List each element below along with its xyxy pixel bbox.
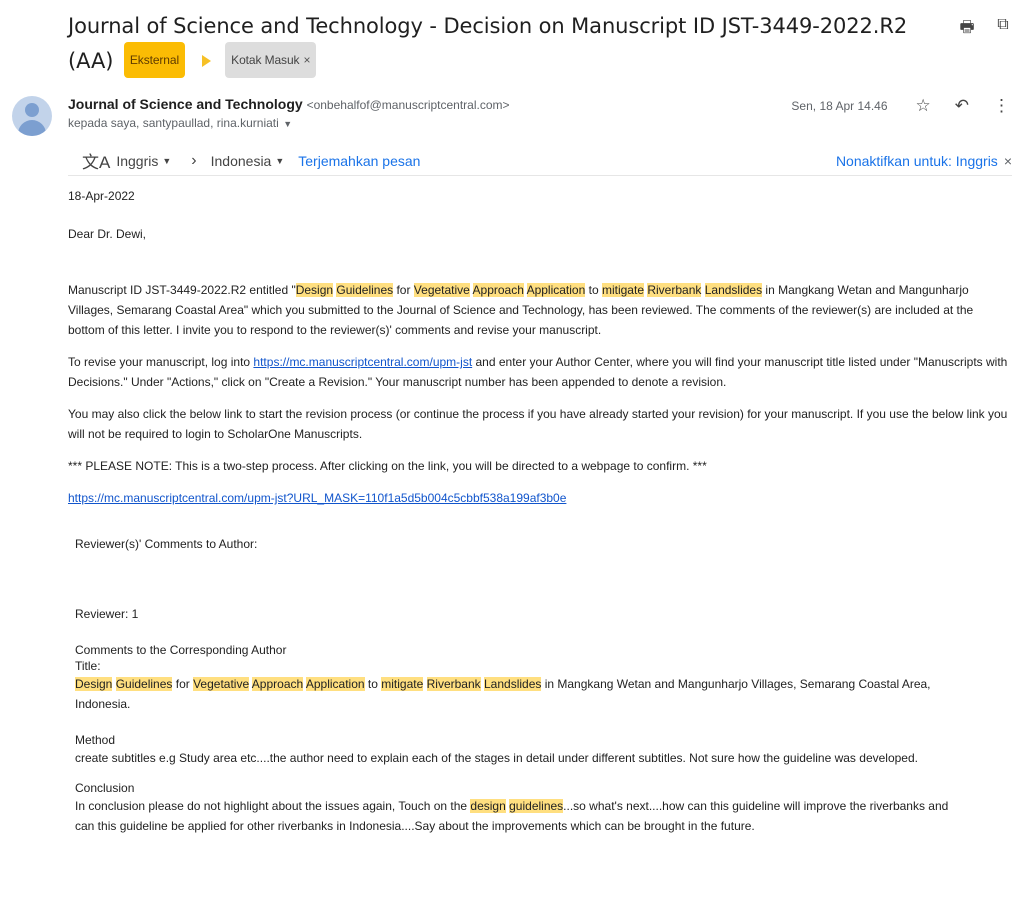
- body-date: 18-Apr-2022: [68, 189, 135, 203]
- highlight-word: mitigate: [381, 677, 424, 691]
- subject-line-1: Journal of Science and Technology - Deci…: [68, 14, 908, 38]
- highlight-word: Design: [295, 283, 334, 297]
- source-language[interactable]: Inggris: [116, 153, 158, 169]
- title-connector: to: [585, 283, 602, 297]
- open-in-new-window-icon[interactable]: ⧉: [994, 16, 1012, 43]
- highlight-word: Vegetative: [413, 283, 470, 297]
- highlight-word: Riverbank: [426, 677, 481, 691]
- body-paragraph-4: *** PLEASE NOTE: This is a two-step proc…: [68, 459, 707, 473]
- conclusion-start: In conclusion please do not highlight ab…: [75, 799, 471, 813]
- disable-translation-link[interactable]: Nonaktifkan untuk: Inggris: [836, 153, 998, 169]
- sender-name: Journal of Science and Technology: [68, 96, 303, 112]
- body-paragraph-1: Manuscript ID JST-3449-2022.R2 entitled …: [68, 280, 1012, 340]
- message-date: Sen, 18 Apr 14.46: [791, 99, 888, 113]
- translate-message-link[interactable]: Terjemahkan pesan: [298, 153, 420, 169]
- comments-heading: Comments to the Corresponding Author: [75, 643, 287, 657]
- reply-icon[interactable]: ↶: [955, 96, 969, 116]
- title-connector: for: [172, 677, 194, 691]
- top-actions: 🖶 ⧉: [958, 16, 1012, 43]
- highlight-word: design: [470, 799, 506, 813]
- inbox-label-text: Kotak Masuk: [231, 53, 300, 67]
- highlight-word: Vegetative: [193, 677, 250, 691]
- body-paragraph-3: You may also click the below link to sta…: [68, 407, 1008, 441]
- more-options-icon[interactable]: ⋮: [993, 96, 1010, 116]
- email-subject: Journal of Science and Technology - Deci…: [68, 10, 948, 78]
- print-icon[interactable]: 🖶: [958, 16, 976, 43]
- p2-start: To revise your manuscript, log into: [68, 355, 254, 369]
- conclusion-text: In conclusion please do not highlight ab…: [68, 796, 968, 836]
- p1-start: Manuscript ID JST-3449-2022.R2 entitled …: [68, 283, 296, 297]
- message-meta: Sen, 18 Apr 14.46 ☆ ↶ ⋮: [791, 96, 1012, 116]
- sender-info: Journal of Science and Technology <onbeh…: [68, 96, 510, 130]
- highlight-word: Landslides: [484, 677, 542, 691]
- star-icon[interactable]: ☆: [916, 96, 931, 116]
- subject-line-2: (AA): [68, 49, 114, 73]
- highlight-word: mitigate: [601, 283, 644, 297]
- title-connector: for: [393, 283, 414, 297]
- inbox-label: Kotak Masuk ×: [225, 42, 317, 78]
- revision-link[interactable]: https://mc.manuscriptcentral.com/upm-jst…: [68, 491, 566, 505]
- avatar-body: [18, 120, 46, 136]
- message-body: 18-Apr-2022 Dear Dr. Dewi, Manuscript ID…: [68, 186, 1012, 836]
- sender-email: <onbehalfof@manuscriptcentral.com>: [306, 98, 510, 112]
- author-center-link[interactable]: https://mc.manuscriptcentral.com/upm-jst: [253, 355, 472, 369]
- remove-label-button[interactable]: ×: [303, 53, 310, 67]
- body-greeting: Dear Dr. Dewi,: [68, 227, 147, 241]
- highlight-word: Design: [75, 677, 113, 691]
- translate-icon: 文A: [82, 153, 111, 172]
- reviewer-comments-heading: Reviewer(s)' Comments to Author:: [75, 537, 258, 551]
- subject-header: Journal of Science and Technology - Deci…: [68, 10, 948, 78]
- reviewer-label: Reviewer: 1: [75, 607, 139, 621]
- body-paragraph-2: To revise your manuscript, log into http…: [68, 352, 1012, 392]
- reviewer-title: Design Guidelines for Vegetative Approac…: [68, 674, 968, 714]
- conclusion-heading: Conclusion: [75, 781, 135, 795]
- highlight-word: Guidelines: [115, 677, 173, 691]
- highlight-word: Approach: [251, 677, 304, 691]
- sender-avatar: [12, 96, 52, 136]
- highlight-word: Approach: [472, 283, 524, 297]
- method-heading: Method: [75, 733, 116, 747]
- source-language-caret-icon[interactable]: ▼: [162, 156, 171, 166]
- target-language-caret-icon[interactable]: ▼: [275, 156, 284, 166]
- external-label: Eksternal: [123, 42, 186, 78]
- recipients-text: kepada saya, santypaullad, rina.kurniati: [68, 116, 279, 130]
- highlight-word: guidelines: [509, 799, 564, 813]
- highlight-word: Riverbank: [647, 283, 702, 297]
- disable-translation: Nonaktifkan untuk: Inggris ×: [836, 153, 1012, 169]
- highlight-word: Application: [305, 677, 365, 691]
- translate-bar: 文A Inggris ▼ › Indonesia ▼ Terjemahkan p…: [68, 146, 1012, 176]
- highlight-word: Guidelines: [336, 283, 394, 297]
- recipients-toggle[interactable]: kepada saya, santypaullad, rina.kurniati…: [68, 116, 510, 130]
- highlight-word: Landslides: [704, 283, 763, 297]
- title-connector: to: [364, 677, 382, 691]
- arrow-right-icon: ›: [191, 151, 197, 169]
- avatar-head: [25, 103, 39, 117]
- caret-down-icon[interactable]: ▼: [281, 119, 292, 129]
- method-text: create subtitles e.g Study area etc....t…: [75, 751, 918, 765]
- title-label: Title:: [75, 659, 101, 673]
- target-language[interactable]: Indonesia: [211, 153, 272, 169]
- highlight-word: Application: [526, 283, 586, 297]
- importance-marker-icon[interactable]: [201, 55, 211, 67]
- close-translate-icon[interactable]: ×: [1004, 153, 1012, 169]
